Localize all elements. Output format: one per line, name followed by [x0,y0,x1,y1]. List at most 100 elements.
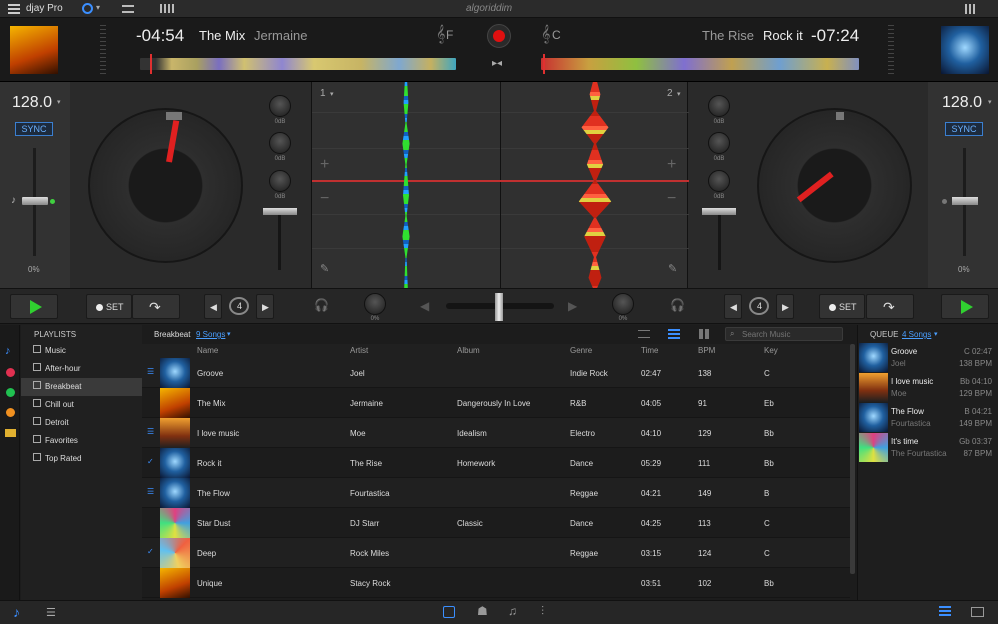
eq-mid-knob-left[interactable] [269,132,291,154]
crossfade-right-icon[interactable]: ▶ [568,299,577,313]
eq-low-knob-right[interactable] [708,170,730,192]
loop-length-right[interactable]: 4 [749,297,769,315]
play-button-left[interactable] [10,294,58,319]
table-row[interactable]: ✓ Deep Rock Miles Reggae 03:15 124 C [142,538,850,568]
eq-low-knob-left[interactable] [269,170,291,192]
queue-toggle-icon[interactable] [939,606,951,618]
view-mode-icon[interactable] [82,3,93,14]
col-key[interactable]: Key [764,346,778,355]
col-album[interactable]: Album [457,346,480,355]
people-icon[interactable]: ☗ [477,604,488,618]
playlist-item-after-hour[interactable]: After-hour [21,360,142,378]
filter-knob-left[interactable] [364,293,386,315]
pitch-slider-right[interactable] [952,197,978,205]
library-tab-icon[interactable] [443,606,455,618]
loop-prev-left[interactable]: ◀ [204,294,222,319]
search-input[interactable] [742,329,840,340]
volume-fader-right[interactable] [702,208,736,215]
eq-mid-knob-right[interactable] [708,132,730,154]
music-note-icon[interactable]: ♪ [5,345,11,357]
chevron-down-icon[interactable]: ▾ [330,90,334,98]
zoom-in-right-icon[interactable]: + [667,156,676,174]
col-name[interactable]: Name [197,346,218,355]
set-cue-button-left[interactable]: SET [86,294,132,319]
col-time[interactable]: Time [641,346,658,355]
loop-next-left[interactable]: ▶ [256,294,274,319]
detail-view-icon[interactable] [668,329,680,339]
zoom-out-right-icon[interactable]: − [667,190,676,208]
turntable-left[interactable] [88,108,243,263]
set-cue-button-right[interactable]: SET [819,294,865,319]
chevron-down-icon[interactable]: ▾ [677,90,681,98]
col-bpm[interactable]: BPM [698,346,715,355]
waveform-overview-left[interactable] [140,58,456,70]
mixer-icon[interactable]: ⫶ [541,604,544,619]
crossfader-handle[interactable] [495,293,503,321]
table-row[interactable]: Star Dust DJ Starr Classic Dance 04:25 1… [142,508,850,538]
playlist-item-top-rated[interactable]: Top Rated [21,450,142,468]
eq-high-knob-right[interactable] [708,95,730,117]
pitch-slider-left[interactable] [22,197,48,205]
add-to-queue-icon[interactable]: ☰ [46,606,56,619]
waveform-display[interactable]: 1 ▾ 2 ▾ + − + − ✎ ✎ [311,82,689,288]
chevron-down-icon[interactable]: ▾ [96,3,100,12]
filter-knob-right[interactable] [612,293,634,315]
table-row[interactable]: ☰ I love music Moe Idealism Electro 04:1… [142,418,850,448]
volume-fader-left[interactable] [263,208,297,215]
loop-next-right[interactable]: ▶ [776,294,794,319]
playlist-item-breakbeat[interactable]: Breakbeat [21,378,142,396]
playlist-item-music[interactable]: Music [21,342,142,360]
mixer-layout-icon[interactable] [160,4,174,13]
record-button[interactable] [487,24,511,48]
headphones-icon[interactable]: 🎧 [670,298,685,312]
search-field[interactable]: ⌕ [725,327,843,341]
crossfade-left-icon[interactable]: ◀ [420,299,429,313]
playlist-item-chill-out[interactable]: Chill out [21,396,142,414]
chevron-down-icon[interactable]: ▾ [227,330,231,338]
eq-high-knob-left[interactable] [269,95,291,117]
chevron-down-icon[interactable]: ▾ [57,98,61,106]
music-note-icon[interactable]: ♪ [13,604,20,620]
recordings-icon[interactable] [6,408,15,417]
loop-button-left[interactable]: ↷ [132,294,180,319]
queue-item[interactable]: The Flow Fourtastica B 04:21 149 BPM [858,403,998,433]
table-row[interactable]: Unique Stacy Rock 03:51 102 Bb [142,568,850,598]
folder-icon[interactable] [5,429,16,437]
grid-icon[interactable] [965,4,975,14]
headphones-icon[interactable]: 🎧 [314,298,329,312]
playlist-item-favorites[interactable]: Favorites [21,432,142,450]
spotify-icon[interactable] [6,388,15,397]
pencil-icon[interactable]: ✎ [668,262,677,275]
swap-decks-icon[interactable]: ▸◂ [492,58,502,69]
zoom-out-left-icon[interactable]: − [320,190,329,208]
layout-icon[interactable] [122,5,134,13]
song-count[interactable]: 9 Songs [196,330,225,339]
table-row[interactable]: ✓ Rock it The Rise Homework Dance 05:29 … [142,448,850,478]
queue-count[interactable]: 4 Songs [902,330,931,339]
chevron-down-icon[interactable]: ▾ [934,330,938,338]
sampler-icon[interactable]: ♫ [508,604,517,618]
zoom-in-left-icon[interactable]: + [320,156,329,174]
queue-item[interactable]: It's time The Fourtastica Gb 03:37 87 BP… [858,433,998,463]
window-icon[interactable] [971,607,984,617]
queue-item[interactable]: I love music Moe Bb 04:10 129 BPM [858,373,998,403]
sync-button-left[interactable]: SYNC [15,122,53,136]
itunes-icon[interactable] [6,368,15,377]
pencil-icon[interactable]: ✎ [320,262,329,275]
list-view-icon[interactable] [638,330,650,338]
table-row[interactable]: ☰ Groove Joel Indie Rock 02:47 138 C [142,358,850,388]
table-row[interactable]: ☰ The Flow Fourtastica Reggae 04:21 149 … [142,478,850,508]
grid-view-icon[interactable] [699,329,709,339]
playlist-item-detroit[interactable]: Detroit [21,414,142,432]
loop-length-left[interactable]: 4 [229,297,249,315]
waveform-overview-right[interactable] [541,58,859,70]
turntable-right[interactable] [757,108,912,263]
col-artist[interactable]: Artist [350,346,368,355]
menu-icon[interactable] [8,4,20,14]
loop-button-right[interactable]: ↷ [866,294,914,319]
play-button-right[interactable] [941,294,989,319]
table-row[interactable]: The Mix Jermaine Dangerously In Love R&B… [142,388,850,418]
loop-prev-right[interactable]: ◀ [724,294,742,319]
scrollbar[interactable] [850,344,855,574]
sync-button-right[interactable]: SYNC [945,122,983,136]
